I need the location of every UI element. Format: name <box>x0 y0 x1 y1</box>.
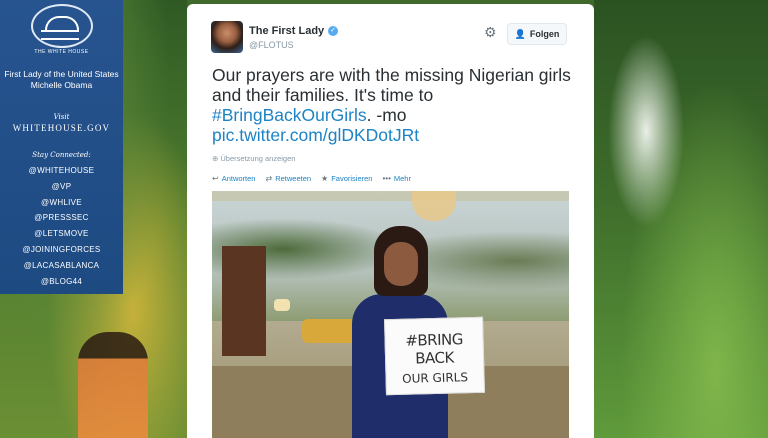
sign-line2: OUR GIRLS <box>401 370 469 386</box>
sidebar-link-letsmove[interactable]: @LETSMOVE <box>0 226 123 242</box>
sidebar-link-presssec[interactable]: @PRESSSEC <box>0 210 123 226</box>
photo-cabinet <box>222 246 266 356</box>
add-person-icon: 👤 <box>514 28 526 39</box>
visit-label: Visit <box>53 113 70 121</box>
seal-text: THE WHITE HOUSE <box>34 49 89 55</box>
translate-link[interactable]: ⊕ Übersetzung anzeigen <box>212 154 295 163</box>
tweet-photo[interactable]: #BRING BACK OUR GIRLS <box>212 191 569 438</box>
user-handle[interactable]: @FLOTUS <box>249 40 294 50</box>
hashtag-link[interactable]: #BringBackOurGirls <box>212 105 367 125</box>
reply-icon: ↩ <box>212 174 219 183</box>
profile-title-line1: First Lady of the United States <box>4 69 119 79</box>
tweet-text-signoff: . -mo <box>366 105 407 125</box>
tweet-card: The First Lady ✓ @FLOTUS ⚙ 👤 Folgen Our … <box>187 4 594 438</box>
more-dots-icon: ••• <box>382 174 391 183</box>
more-label: Mehr <box>393 174 411 183</box>
tweet-text-body: Our prayers are with the missing Nigeria… <box>212 65 571 105</box>
white-house-seal-icon <box>30 4 93 48</box>
whitehouse-gov-link[interactable]: WHITEHOUSE.GOV <box>0 123 123 133</box>
background-person <box>78 332 148 438</box>
follow-button[interactable]: 👤 Folgen <box>507 23 567 45</box>
sign-line1: #BRING BACK <box>405 330 464 368</box>
user-name[interactable]: The First Lady <box>249 25 324 37</box>
retweet-label: Retweeten <box>275 174 312 183</box>
sidebar-link-lacasablanca[interactable]: @LACASABLANCA <box>0 258 123 274</box>
tweet-text: Our prayers are with the missing Nigeria… <box>212 65 572 145</box>
sidebar-link-joiningforces[interactable]: @JOININGFORCES <box>0 242 123 258</box>
retweet-icon: ⇄ <box>265 174 273 183</box>
sidebar-link-vp[interactable]: @VP <box>0 179 123 195</box>
profile-title: First Lady of the United States Michelle… <box>0 69 123 91</box>
retweet-button[interactable]: ⇄ Retweeten <box>265 174 311 183</box>
gear-icon[interactable]: ⚙ <box>484 25 498 39</box>
avatar[interactable] <box>211 21 243 53</box>
more-button[interactable]: ••• Mehr <box>382 174 411 183</box>
profile-title-line2: Michelle Obama <box>30 80 93 90</box>
verified-badge-icon: ✓ <box>328 26 338 36</box>
stay-connected-label: Stay Connected: <box>32 151 91 159</box>
globe-icon: ⊕ <box>212 154 219 163</box>
sidebar-links: @WHITEHOUSE @VP @WHLIVE @PRESSSEC @LETSM… <box>0 163 123 289</box>
star-icon: ★ <box>321 174 329 183</box>
photo-sign: #BRING BACK OUR GIRLS <box>384 316 485 396</box>
reply-label: Antworten <box>221 174 256 183</box>
tweet-actions: ↩ Antworten ⇄ Retweeten ★ Favorisieren •… <box>212 174 411 183</box>
profile-sidebar: THE WHITE HOUSE First Lady of the United… <box>0 0 123 294</box>
sidebar-link-blog44[interactable]: @BLOG44 <box>0 274 123 290</box>
sidebar-link-whlive[interactable]: @WHLIVE <box>0 195 123 211</box>
favorite-label: Favorisieren <box>331 174 373 183</box>
favorite-button[interactable]: ★ Favorisieren <box>321 174 372 183</box>
reply-button[interactable]: ↩ Antworten <box>212 174 255 183</box>
pic-link[interactable]: pic.twitter.com/glDKDotJRt <box>212 125 419 145</box>
follow-label: Folgen <box>529 29 560 39</box>
sidebar-link-whitehouse[interactable]: @WHITEHOUSE <box>0 163 123 179</box>
translate-label: Übersetzung anzeigen <box>220 154 296 163</box>
photo-lamp <box>274 299 290 311</box>
garden-background-right <box>594 0 768 438</box>
